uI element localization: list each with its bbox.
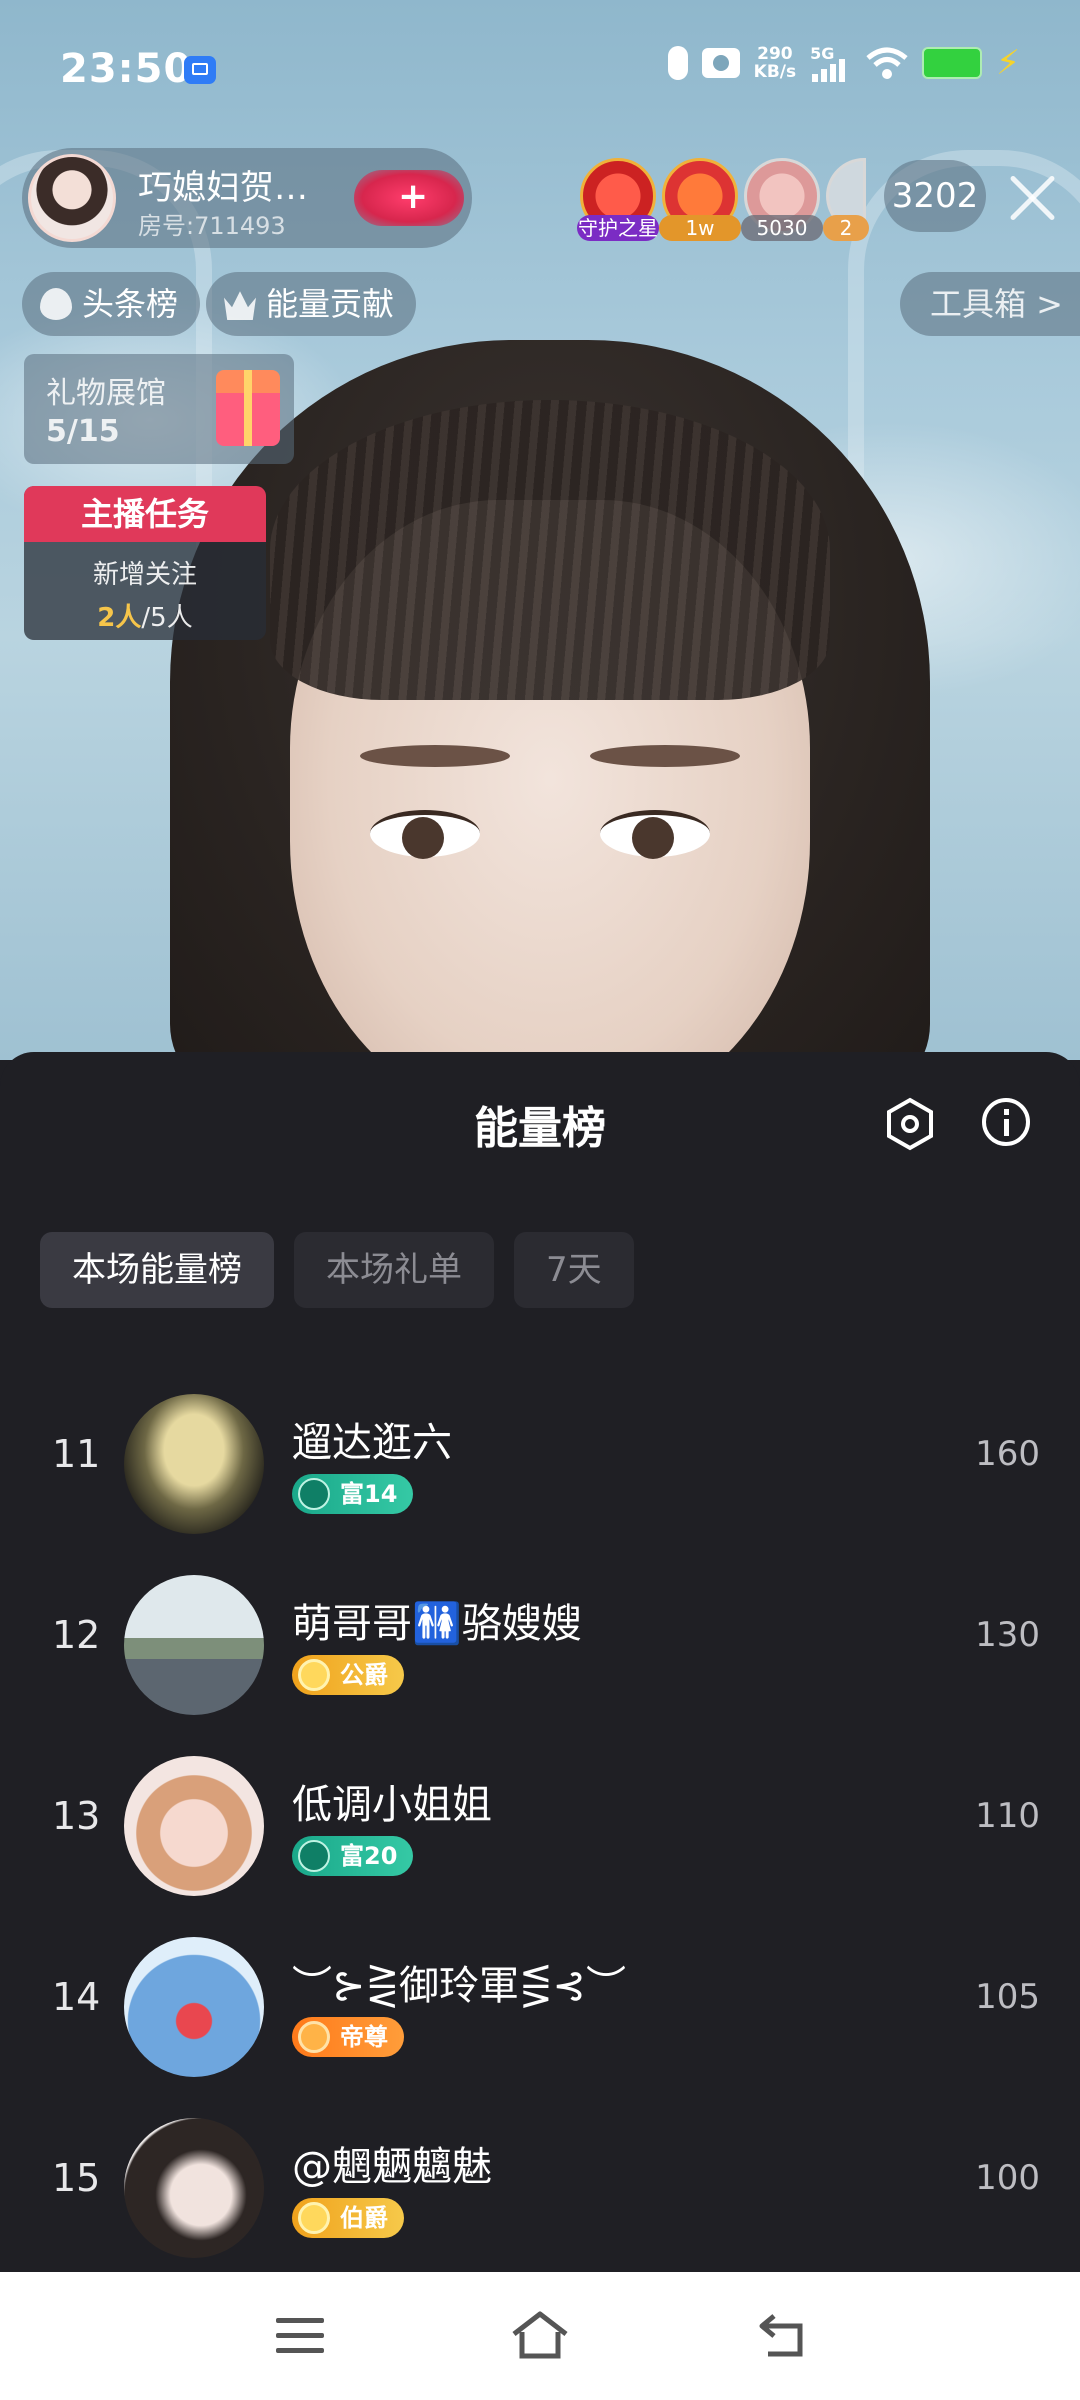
wealth-level-badge: 富20 [292, 1836, 414, 1876]
home-icon[interactable] [510, 2310, 570, 2360]
rank-row[interactable]: 11 遛达逛六 富14 160 [0, 1374, 1080, 1555]
energy-contribution-label: 能量贡献 [266, 285, 395, 323]
gift-box-icon [216, 370, 280, 446]
rank-row[interactable]: 14 ︶⊱⋛御玲軍⋚⊰︶ 帝尊 105 [0, 1917, 1080, 2098]
top-fan-avatar[interactable]: 5030 [741, 158, 823, 241]
triangle-level-icon [298, 1840, 330, 1872]
rank-row[interactable]: 15 @魍魉魑魅 伯爵 100 [0, 2098, 1080, 2279]
badge-label: 富20 [340, 1842, 398, 1870]
host-name: 巧媳妇贺… [138, 168, 308, 208]
host-info-pill[interactable]: 巧媳妇贺… 房号:711493 + [22, 148, 472, 248]
follow-button-label: + [398, 176, 429, 217]
rank-tabs: 本场能量榜 本场礼单 7天 [40, 1232, 634, 1308]
crown-icon [224, 291, 256, 320]
noble-rank-badge: 公爵 [292, 1655, 404, 1695]
user-name: 萌哥哥🚻骆嫂嫂 [292, 1601, 582, 1647]
rank-number: 13 [52, 1794, 101, 1838]
charging-bolt-icon: ⚡ [996, 43, 1020, 83]
status-time: 23:50 [60, 46, 193, 92]
user-name: ︶⊱⋛御玲軍⋚⊰︶ [292, 1963, 627, 2009]
energy-score: 105 [975, 1977, 1040, 2017]
system-navigation-bar [0, 2272, 1080, 2400]
rank-number: 12 [52, 1613, 101, 1657]
follow-button[interactable]: + [354, 170, 464, 226]
energy-score: 130 [975, 1615, 1040, 1655]
badge-label: 公爵 [340, 1661, 388, 1689]
rank-row[interactable]: 12 萌哥哥🚻骆嫂嫂 公爵 130 [0, 1555, 1080, 1736]
network-speed: 290 KB/s [754, 45, 796, 81]
host-task-desc: 新增关注 [92, 560, 197, 590]
energy-score: 110 [975, 1796, 1040, 1836]
rank-number: 11 [52, 1432, 101, 1476]
toolbox-button[interactable]: 工具箱 > [900, 272, 1080, 336]
noble-rank-badge: 帝尊 [292, 2017, 404, 2057]
user-avatar[interactable] [124, 1937, 264, 2077]
network-speed-unit: KB/s [753, 62, 797, 82]
user-avatar[interactable] [124, 1394, 264, 1534]
cellular-signal-icon: 5G [810, 44, 852, 82]
badge-label: 富14 [340, 1480, 398, 1508]
settings-hexagon-icon[interactable] [882, 1096, 938, 1152]
back-icon[interactable] [756, 2312, 808, 2358]
badge-label: 帝尊 [340, 2023, 388, 2051]
flame-icon [40, 288, 72, 320]
energy-rank-sheet: 能量榜 本场能量榜 本场礼单 7天 11 遛达逛六 富14 160 12 萌哥哥… [0, 1052, 1080, 2272]
rank-number: 14 [52, 1975, 101, 2019]
host-avatar[interactable] [28, 154, 116, 242]
wifi-icon [866, 47, 908, 79]
microphone-icon [667, 46, 688, 80]
emperor-rank-icon [298, 2021, 330, 2053]
info-icon[interactable] [982, 1098, 1030, 1146]
wealth-level-badge: 富14 [292, 1474, 414, 1514]
host-task-done: 2人 [97, 603, 142, 633]
user-name: @魍魉魑魅 [292, 2144, 492, 2190]
host-task-card[interactable]: 主播任务 新增关注 2人/5人 [24, 486, 266, 640]
diamond-rank-icon [298, 2202, 330, 2234]
badge-label: 伯爵 [340, 2204, 388, 2232]
top-fan-label: 1w [659, 215, 741, 241]
user-name: 遛达逛六 [292, 1420, 452, 1466]
noble-rank-badge: 伯爵 [292, 2198, 404, 2238]
top-fan-avatar[interactable]: 守护之星 [577, 158, 659, 241]
status-bar: 23:50 290 KB/s 5G ⚡ [0, 0, 1080, 140]
headlines-rank-label: 头条榜 [82, 285, 179, 323]
gift-hall-card[interactable]: 礼物展馆 5/15 [24, 354, 294, 464]
close-icon[interactable] [1004, 170, 1060, 226]
tab-session-gifts[interactable]: 本场礼单 [294, 1232, 494, 1308]
user-name: 低调小姐姐 [292, 1782, 492, 1828]
host-task-progress: 2人/5人 [24, 597, 266, 634]
gift-hall-count: 5/15 [46, 414, 120, 449]
top-fan-avatar[interactable]: 1w [659, 158, 741, 241]
screen-cast-icon [184, 56, 216, 84]
host-room-number: 房号:711493 [138, 212, 286, 240]
host-task-total: /5人 [141, 603, 193, 633]
tab-session-energy[interactable]: 本场能量榜 [40, 1232, 274, 1308]
tab-seven-days[interactable]: 7天 [514, 1232, 634, 1308]
gift-hall-title: 礼物展馆 [46, 376, 166, 411]
user-avatar[interactable] [124, 1575, 264, 1715]
camera-icon [701, 48, 740, 78]
diamond-rank-icon [298, 1659, 330, 1691]
rank-row[interactable]: 13 低调小姐姐 富20 110 [0, 1736, 1080, 1917]
top-fan-label: 守护之星 [577, 215, 659, 241]
energy-contribution-chip[interactable]: 能量贡献 [206, 272, 417, 336]
battery-icon [922, 47, 983, 79]
network-speed-value: 290 [757, 44, 793, 64]
menu-icon[interactable] [276, 2318, 324, 2354]
rank-number: 15 [52, 2156, 101, 2200]
user-avatar[interactable] [124, 2118, 264, 2258]
energy-score: 100 [975, 2158, 1040, 2198]
user-avatar[interactable] [124, 1756, 264, 1896]
headlines-rank-chip[interactable]: 头条榜 [22, 272, 201, 336]
rank-list: 11 遛达逛六 富14 160 12 萌哥哥🚻骆嫂嫂 公爵 130 13 低调小… [0, 1374, 1080, 2279]
top-fan-label: 2 [823, 215, 869, 241]
energy-score: 160 [975, 1434, 1040, 1474]
host-task-title: 主播任务 [24, 486, 266, 542]
viewer-count[interactable]: 3202 [884, 160, 986, 232]
top-fan-label: 5030 [741, 215, 823, 241]
triangle-level-icon [298, 1478, 330, 1510]
